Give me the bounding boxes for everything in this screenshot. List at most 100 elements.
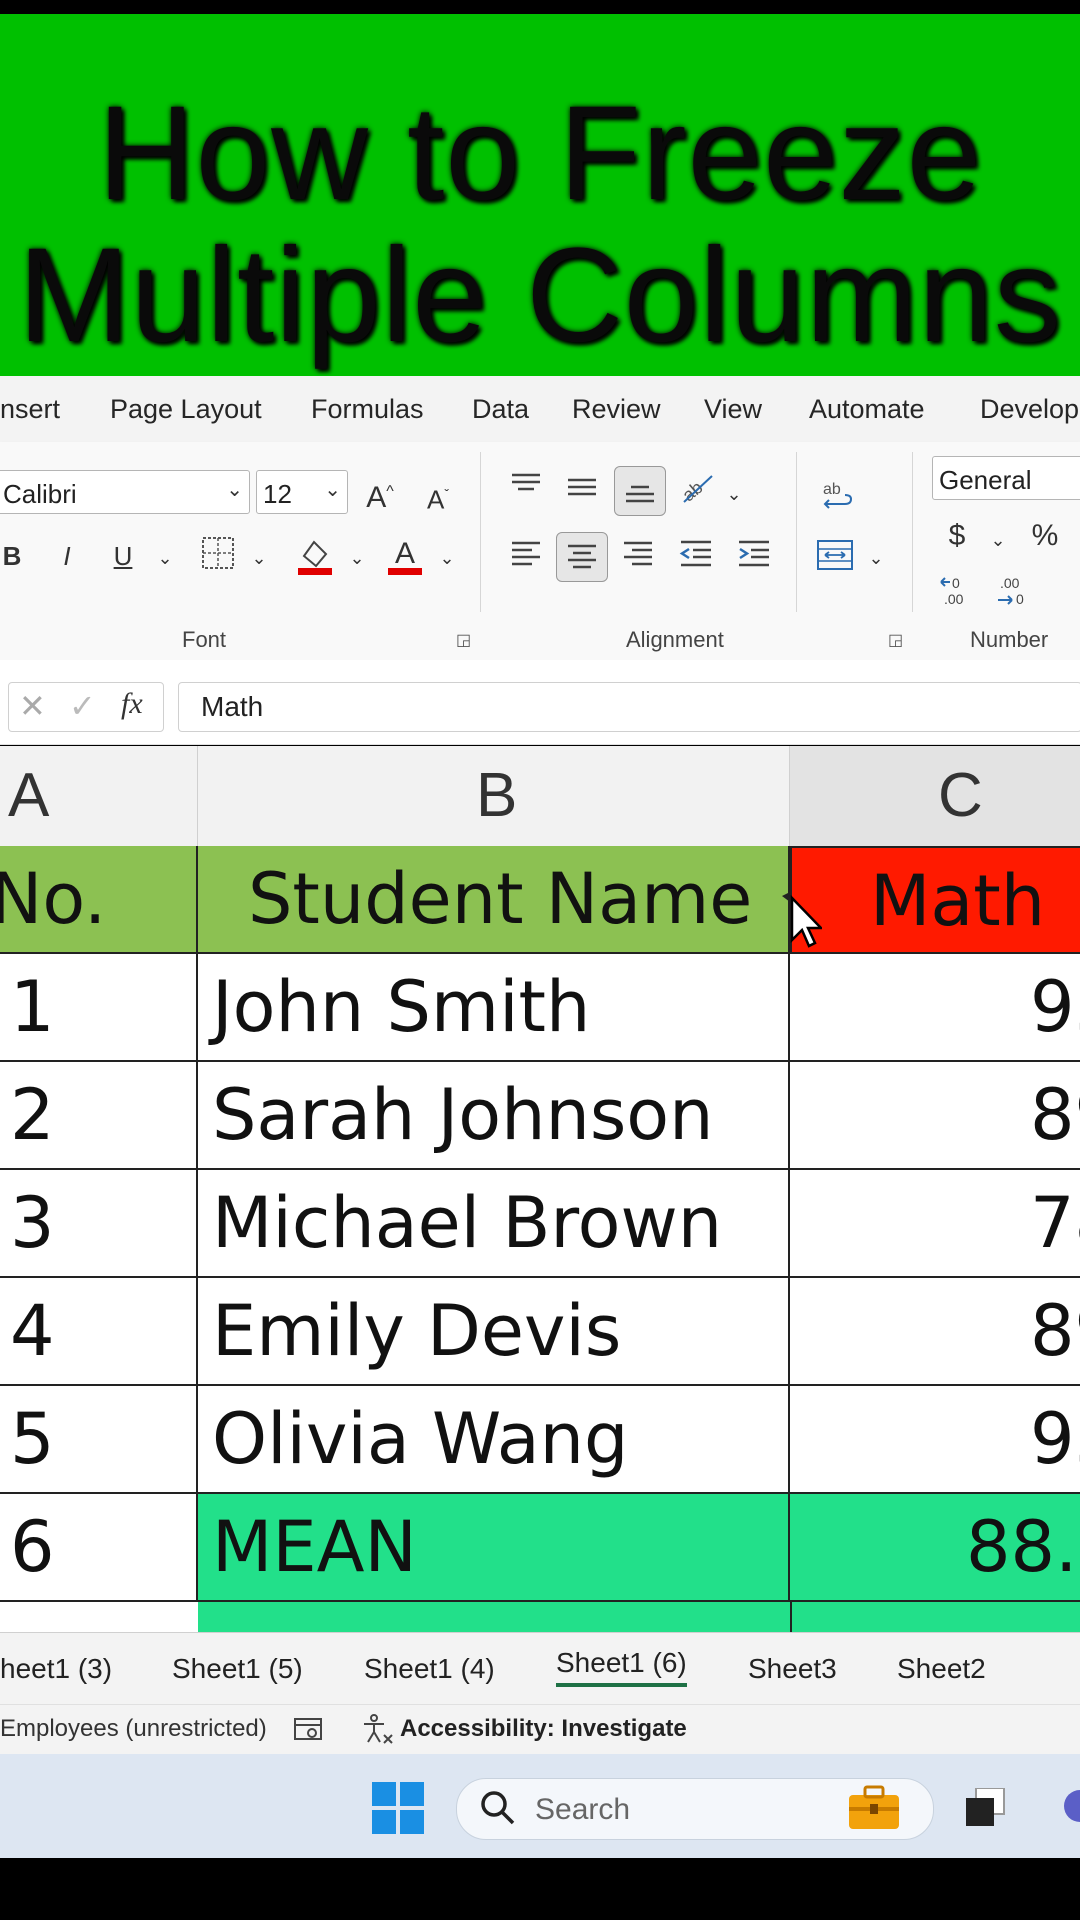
column-header-a[interactable]: A [0, 746, 198, 846]
table-row-4-name[interactable]: Emily Devis [198, 1278, 790, 1386]
table-row-4-math[interactable]: 89 [790, 1278, 1080, 1386]
table-row-3-name[interactable]: Michael Brown [198, 1170, 790, 1278]
mean-row-label[interactable]: MEAN [198, 1494, 790, 1602]
tab-review[interactable]: Review [572, 394, 661, 425]
mean-row-value[interactable]: 88.8 [790, 1494, 1080, 1602]
table-row-1-no[interactable]: 1 [0, 954, 198, 1062]
header-text: Math [870, 860, 1046, 942]
decrease-indent-icon[interactable] [678, 538, 714, 577]
briefcase-icon[interactable] [847, 1785, 901, 1836]
borders-icon[interactable] [200, 536, 236, 579]
chevron-down-icon[interactable]: ⌄ [246, 540, 272, 576]
align-left-icon[interactable] [508, 538, 544, 577]
chevron-down-icon[interactable]: ⌄ [344, 540, 370, 576]
increase-indent-icon[interactable] [736, 538, 772, 577]
merge-center-icon[interactable] [814, 538, 856, 581]
align-middle-icon[interactable] [564, 472, 600, 511]
table-row-1-math[interactable]: 95 [790, 954, 1080, 1062]
align-top-icon[interactable] [508, 470, 544, 509]
table-row-4-no[interactable]: 4 [0, 1278, 198, 1386]
font-size-combo[interactable]: 12 ⌄ [256, 470, 348, 514]
windows-taskbar: Search [0, 1754, 1080, 1858]
title-banner: How to Freeze Multiple Columns [0, 14, 1080, 376]
sheet-tab-active[interactable]: Sheet1 (6) [556, 1647, 687, 1687]
decrease-decimal-icon[interactable]: .00 0 [994, 572, 1034, 621]
task-view-icon[interactable] [964, 1787, 1006, 1833]
column-header-c[interactable]: C [790, 746, 1080, 846]
tab-page-layout[interactable]: Page Layout [110, 394, 262, 425]
chat-icon[interactable] [1060, 1790, 1080, 1831]
wrap-text-icon[interactable]: ab [818, 478, 858, 523]
column-letter: B [476, 761, 518, 830]
decrease-font-size-icon[interactable]: Aˇ [420, 476, 456, 518]
chevron-down-icon: ⌄ [226, 479, 243, 501]
accessibility-status[interactable]: Accessibility: Investigate [400, 1715, 687, 1743]
font-name-combo[interactable]: Calibri ⌄ [0, 470, 250, 514]
chevron-down-icon[interactable]: ⌄ [986, 522, 1010, 558]
percent-button[interactable]: % [1028, 518, 1062, 554]
fill-color-icon[interactable] [296, 536, 334, 585]
table-row-3-no[interactable]: 3 [0, 1170, 198, 1278]
increase-font-size-icon[interactable]: A^ [362, 474, 398, 516]
column-header-b[interactable]: B [198, 746, 790, 846]
chevron-down-icon[interactable]: ⌄ [152, 540, 178, 576]
tab-data[interactable]: Data [472, 394, 529, 425]
header-cell-no[interactable]: No. [0, 846, 198, 954]
number-format-combo[interactable]: General [932, 456, 1080, 500]
tab-formulas[interactable]: Formulas [311, 394, 424, 425]
sheet-tab-bar: heet1 (3) Sheet1 (5) Sheet1 (4) Sheet1 (… [0, 1632, 1080, 1705]
number-group-label: Number [970, 627, 1049, 652]
tab-view[interactable]: View [704, 394, 762, 425]
table-row-5-name[interactable]: Olivia Wang [198, 1386, 790, 1494]
alignment-dialog-launcher-icon[interactable]: ◲ [888, 630, 903, 650]
align-right-icon[interactable] [620, 538, 656, 577]
chevron-down-icon[interactable]: ⌄ [864, 540, 888, 576]
header-cell-student-name[interactable]: Student Name [198, 846, 790, 954]
sheet-tab[interactable]: Sheet1 (4) [364, 1653, 495, 1685]
chevron-down-icon[interactable]: ⌄ [722, 476, 746, 512]
cancel-icon[interactable]: ✕ [19, 687, 46, 725]
sheet-tab[interactable]: heet1 (3) [0, 1653, 112, 1685]
font-color-icon[interactable]: A [386, 536, 424, 585]
sheet-tab[interactable]: Sheet3 [748, 1653, 837, 1685]
italic-button[interactable]: I [52, 538, 82, 574]
sensitivity-label[interactable]: Employees (unrestricted) [0, 1715, 267, 1743]
svg-text:.00: .00 [944, 591, 964, 607]
font-dialog-launcher-icon[interactable]: ◲ [456, 630, 471, 650]
currency-button[interactable]: $ [942, 518, 972, 554]
header-text: No. [0, 858, 107, 940]
title-line-2: Multiple Columns [18, 221, 1062, 370]
sheet-tab[interactable]: Sheet1 (5) [172, 1653, 303, 1685]
table-row-3-math[interactable]: 78 [790, 1170, 1080, 1278]
column-headers: A B C [0, 746, 1080, 846]
svg-text:0: 0 [1016, 591, 1024, 607]
enter-icon[interactable]: ✓ [69, 687, 96, 725]
table-row-1-name[interactable]: John Smith [198, 954, 790, 1062]
increase-decimal-icon[interactable]: 0.00 [938, 572, 978, 621]
underline-button[interactable]: U [108, 538, 138, 574]
accessibility-icon[interactable] [360, 1713, 394, 1750]
table-row-5-no[interactable]: 5 [0, 1386, 198, 1494]
chevron-down-icon[interactable]: ⌄ [434, 540, 460, 576]
tab-developer[interactable]: Develop [980, 394, 1079, 425]
workbook-stats-icon[interactable] [292, 1713, 324, 1750]
insert-function-icon[interactable]: fx [121, 687, 143, 721]
table-row-2-math[interactable]: 89 [790, 1062, 1080, 1170]
align-center-icon[interactable] [556, 532, 608, 582]
table-row-5-math[interactable]: 93 [790, 1386, 1080, 1494]
mean-row-no[interactable]: 6 [0, 1494, 198, 1602]
align-bottom-icon[interactable] [614, 466, 666, 516]
bold-button[interactable]: B [0, 538, 24, 574]
header-cell-math[interactable]: Math [790, 846, 1080, 954]
group-separator [796, 452, 797, 612]
taskbar-search[interactable]: Search [456, 1778, 934, 1840]
table-row-2-name[interactable]: Sarah Johnson [198, 1062, 790, 1170]
windows-start-icon[interactable] [372, 1782, 424, 1839]
tab-insert[interactable]: nsert [0, 394, 60, 425]
table-row-2-no[interactable]: 2 [0, 1062, 198, 1170]
formula-input[interactable]: Math [178, 682, 1080, 732]
top-black-bar [0, 0, 1080, 14]
tab-automate[interactable]: Automate [809, 394, 925, 425]
orientation-icon[interactable]: ab [678, 470, 718, 515]
sheet-tab[interactable]: Sheet2 [897, 1653, 986, 1685]
